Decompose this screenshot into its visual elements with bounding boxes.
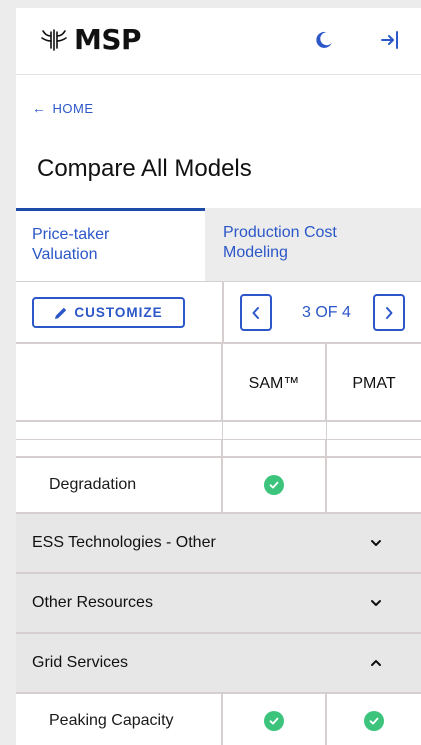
chevron-left-icon — [252, 306, 259, 319]
pager-status: 3 OF 4 — [302, 304, 351, 321]
arrow-left-icon: ← — [32, 100, 47, 116]
spacer-cell — [327, 440, 421, 456]
logo-mark-icon — [41, 29, 67, 51]
chevron-right-icon — [386, 306, 393, 319]
back-home-link[interactable]: ← HOME — [32, 100, 94, 116]
table-row: Peaking Capacity — [16, 694, 421, 745]
section-label: ESS Technologies - Other — [32, 534, 216, 551]
feature-label: Degradation — [16, 458, 223, 512]
column-header-pmat: PMAT — [352, 375, 396, 392]
check-circle-icon — [264, 475, 284, 495]
tab-production-cost-modeling[interactable]: Production Cost Modeling — [205, 208, 421, 281]
page-title: Compare All Models — [37, 155, 252, 182]
section-label: Other Resources — [32, 594, 153, 611]
spacer-cell — [16, 422, 223, 439]
sam-cell — [223, 694, 327, 745]
customize-button[interactable]: CUSTOMIZE — [32, 297, 185, 328]
spacer-cell — [223, 440, 327, 456]
chevron-down-icon — [369, 574, 383, 632]
tab-label-line1: Production Cost — [223, 224, 337, 241]
check-circle-icon — [264, 711, 284, 731]
tab-label-line2: Modeling — [223, 244, 288, 261]
section-grid-services[interactable]: Grid Services — [16, 634, 421, 694]
sign-in-button[interactable] — [378, 28, 402, 52]
tab-label-line1: Price-taker — [32, 226, 110, 243]
model-tabs: Price-taker Valuation Production Cost Mo… — [16, 208, 421, 281]
table-spacer-row — [16, 422, 421, 440]
spacer-cell — [16, 440, 223, 456]
table-header-cell — [16, 344, 223, 420]
spacer-cell — [223, 422, 327, 439]
next-page-button[interactable] — [373, 294, 405, 331]
pmat-cell — [327, 694, 421, 745]
section-other-resources[interactable]: Other Resources — [16, 574, 421, 634]
previous-page-button[interactable] — [240, 294, 272, 331]
section-ess-technologies-other[interactable]: ESS Technologies - Other — [16, 514, 421, 574]
sam-cell — [223, 458, 327, 512]
table-spacer-row — [16, 440, 421, 458]
table-header-row: SAM™ PMAT — [16, 344, 421, 422]
column-header-sam: SAM™ — [223, 344, 327, 420]
sign-in-icon — [381, 31, 398, 49]
moon-icon — [316, 31, 332, 48]
table-row: Degradation — [16, 458, 421, 514]
top-bar: MSP — [16, 8, 421, 75]
tab-price-taker-valuation[interactable]: Price-taker Valuation — [16, 208, 205, 281]
page: MSP ← HOME Compare All Models Price-take… — [16, 8, 421, 745]
spacer-cell — [327, 422, 421, 439]
customize-label: CUSTOMIZE — [74, 305, 163, 320]
logo[interactable]: MSP — [40, 23, 142, 56]
back-home-label: HOME — [52, 100, 94, 116]
feature-label: Peaking Capacity — [16, 694, 223, 745]
check-circle-icon — [364, 711, 384, 731]
dark-mode-toggle[interactable] — [312, 28, 336, 52]
chevron-up-icon — [369, 634, 383, 692]
pencil-icon — [55, 307, 67, 319]
table-controls: CUSTOMIZE 3 OF 4 — [16, 281, 421, 344]
logo-text: MSP — [74, 23, 142, 56]
comparison-table: SAM™ PMAT Degradation ESS Technologies -… — [16, 344, 421, 745]
section-label: Grid Services — [32, 654, 129, 671]
chevron-down-icon — [369, 514, 383, 572]
pmat-cell — [327, 458, 421, 512]
tab-label-line2: Valuation — [32, 246, 98, 263]
divider — [222, 282, 224, 342]
